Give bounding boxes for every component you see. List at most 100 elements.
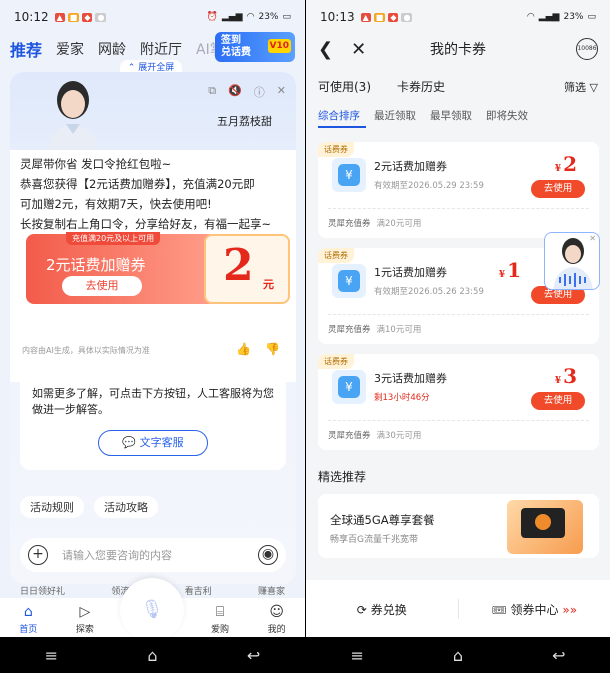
coupon-source: 灵犀充值券 bbox=[328, 431, 371, 441]
voice-icon[interactable]: ◉ bbox=[258, 545, 278, 565]
text-service-button[interactable]: 💬 文字客服 bbox=[98, 430, 208, 456]
mic-button[interactable]: 🎙 bbox=[120, 578, 184, 642]
sort-expiring[interactable]: 即将失效 bbox=[486, 108, 528, 123]
coupon-value: 1 bbox=[507, 258, 521, 282]
coupon-card[interactable]: 充值满20元及以上可用 2元话费加赠券 去使用 2 元 bbox=[26, 232, 290, 304]
nav-explore[interactable]: ▷ 探索 bbox=[76, 604, 94, 635]
coupon-card[interactable]: 话费券 ¥ 2元话费加赠券 有效期至2026.05.29 23:59 ¥2 去使… bbox=[318, 142, 599, 238]
coupon-foot: 灵犀充值券 满10元可用 bbox=[328, 323, 421, 335]
message-line: 可加赠2元，有效期7天，快去使用吧! bbox=[20, 197, 212, 211]
redeem-button[interactable]: ⟳ 券兑换 bbox=[306, 601, 458, 618]
coupon-amount: ¥2 bbox=[555, 152, 577, 176]
mic-icon: 🎙 bbox=[140, 599, 164, 620]
sort-earliest[interactable]: 最早领取 bbox=[430, 108, 472, 123]
menu-icon[interactable]: ≡ bbox=[351, 646, 364, 665]
filter-button[interactable]: 筛选 ▽ bbox=[564, 79, 598, 95]
share-icon[interactable]: ⧉ bbox=[208, 84, 216, 100]
use-coupon-button[interactable]: 去使用 bbox=[62, 276, 142, 296]
coupon-name: 1元话费加赠券 bbox=[374, 266, 447, 279]
filter-icon: ▽ bbox=[589, 80, 598, 94]
coupon-label: 话费券 bbox=[318, 354, 354, 369]
back-key-icon[interactable]: ↩ bbox=[552, 646, 565, 665]
coupon-source: 灵犀充值券 bbox=[328, 219, 371, 229]
shop-icon: ⌸ bbox=[215, 604, 225, 620]
thumbs-down-icon[interactable]: 👎 bbox=[265, 342, 280, 356]
notification-icon: ▲ bbox=[360, 12, 371, 22]
nav-label: 探索 bbox=[75, 625, 94, 635]
yen-icon: ¥ bbox=[332, 158, 366, 192]
notification-icon: ▲ bbox=[54, 12, 65, 22]
status-time: 10:13 bbox=[320, 10, 355, 24]
coupon-condition: 满10元可用 bbox=[376, 325, 422, 335]
sort-recent[interactable]: 最近领取 bbox=[374, 108, 416, 123]
tab-nearby[interactable]: 附近厅 bbox=[140, 39, 182, 59]
yen-icon: ¥ bbox=[332, 264, 366, 298]
text-service-label: 文字客服 bbox=[139, 436, 184, 449]
nav-label: 我的 bbox=[267, 625, 286, 635]
help-card: 如需更多了解，可点击下方按钮，人工客服将为您做进一步解答。 💬 文字客服 bbox=[20, 372, 286, 470]
chip-guide[interactable]: 活动攻略 bbox=[94, 496, 158, 518]
peek-item: 看吉利 bbox=[184, 587, 212, 597]
nav-home[interactable]: ⌂ 首页 bbox=[19, 604, 37, 635]
recommend-card[interactable]: 全球通5GA尊享套餐 畅享百G流量千兆宽带 bbox=[318, 494, 599, 558]
message-line: 长按复制右上角口令，分享给好友，有福一起享~ bbox=[20, 217, 272, 231]
tab-age[interactable]: 网龄 bbox=[98, 39, 126, 59]
panel-toolbar: ⧉ 🔇 ⓘ ✕ bbox=[208, 84, 286, 100]
currency-symbol: ¥ bbox=[554, 164, 562, 174]
coupon-value: 3 bbox=[563, 364, 577, 388]
quick-chips: 活动规则 活动攻略 bbox=[20, 496, 158, 518]
tab-history[interactable]: 卡券历史 bbox=[397, 78, 445, 95]
use-coupon-button[interactable]: 去使用 bbox=[531, 392, 585, 410]
coupon-unit: 元 bbox=[263, 278, 274, 291]
bottom-dock: ⟳ 券兑换 🎟 领券中心 »» bbox=[306, 580, 610, 638]
package-image bbox=[507, 500, 583, 554]
notification-icon: ● bbox=[95, 12, 107, 22]
mute-icon[interactable]: 🔇 bbox=[228, 84, 242, 100]
coupon-countdown: 剩13小时46分 bbox=[374, 393, 430, 403]
sort-default[interactable]: 综合排序 bbox=[318, 108, 360, 123]
chat-input[interactable]: 请输入您要咨询的内容 bbox=[62, 547, 258, 563]
close-icon[interactable]: ✕ bbox=[589, 234, 596, 243]
close-icon[interactable]: ✕ bbox=[277, 84, 286, 100]
thumbs-up-icon[interactable]: 👍 bbox=[236, 342, 251, 356]
nav-mine[interactable]: ☺ 我的 bbox=[268, 604, 286, 635]
right-screen: 10:13 ▲ ■ ◆ ● ◠ ▂▄▆ 23% ▭ ❮ ✕ 我的卡券 10086… bbox=[306, 0, 610, 673]
floating-assistant[interactable]: ✕ bbox=[544, 232, 600, 290]
nav-shop[interactable]: ⌸ 爱购 bbox=[211, 604, 229, 635]
back-key-icon[interactable]: ↩ bbox=[247, 646, 260, 665]
tab-recommend[interactable]: 推荐 bbox=[10, 37, 42, 61]
help-icon[interactable]: ⓘ bbox=[254, 84, 265, 100]
coupon-card[interactable]: 话费券 ¥ 3元话费加赠券 剩13小时46分 ¥3 去使用 灵犀充值券 满30元可… bbox=[318, 354, 599, 450]
tab-home[interactable]: 爱家 bbox=[56, 39, 84, 59]
currency-symbol: ¥ bbox=[554, 376, 562, 386]
signal-icon: ▂▄▆ bbox=[221, 12, 243, 22]
status-bar: 10:12 ▲ ■ ◆ ● ⏰ ▂▄▆ ◠ 23% ▭ bbox=[0, 0, 305, 34]
ai-assistant-panel: ⧉ 🔇 ⓘ ✕ 五月荔枝甜 灵犀带你省 发口令抢红包啦~ 恭喜您获得【2元话费加… bbox=[10, 72, 296, 584]
left-screen: 10:12 ▲ ■ ◆ ● ⏰ ▂▄▆ ◠ 23% ▭ 推荐 爱家 网龄 附近厅… bbox=[0, 0, 305, 673]
page-title: 我的卡券 bbox=[430, 42, 486, 58]
coupon-value: 2 bbox=[563, 152, 577, 176]
peek-item: 赚喜家 bbox=[257, 587, 285, 597]
tab-available[interactable]: 可使用(3) bbox=[318, 78, 371, 95]
coupon-expiry: 有效期至2026.05.29 23:59 bbox=[374, 181, 484, 191]
home-key-icon[interactable]: ⌂ bbox=[453, 646, 463, 665]
home-key-icon[interactable]: ⌂ bbox=[147, 646, 157, 665]
checkin-promo[interactable]: 签到 兑话费 V10 bbox=[215, 32, 295, 62]
plus-icon[interactable]: + bbox=[28, 545, 48, 565]
recommend-desc: 畅享百G流量千兆宽带 bbox=[330, 535, 418, 545]
promo-badge: V10 bbox=[267, 39, 291, 53]
coupon-amount: ¥1 bbox=[499, 258, 521, 282]
coupon-name: 3元话费加赠券 bbox=[374, 372, 447, 385]
use-coupon-button[interactable]: 去使用 bbox=[531, 180, 585, 198]
coupon-tabs: 可使用(3) 卡券历史 筛选 ▽ bbox=[318, 78, 598, 95]
menu-icon[interactable]: ≡ bbox=[45, 646, 58, 665]
notification-icon: ■ bbox=[67, 12, 80, 22]
message-line: 恭喜您获得【2元话费加赠券】，充值满20元即 bbox=[20, 177, 255, 191]
system-nav: ≡ ⌂ ↩ bbox=[0, 637, 305, 673]
recommend-title: 精选推荐 bbox=[318, 470, 367, 484]
yen-icon: ¥ bbox=[332, 370, 366, 404]
coupon-center-button[interactable]: 🎟 领券中心 »» bbox=[459, 601, 610, 618]
play-icon: ▷ bbox=[79, 604, 91, 620]
redeem-label: 券兑换 bbox=[370, 602, 407, 617]
chip-rules[interactable]: 活动规则 bbox=[20, 496, 84, 518]
